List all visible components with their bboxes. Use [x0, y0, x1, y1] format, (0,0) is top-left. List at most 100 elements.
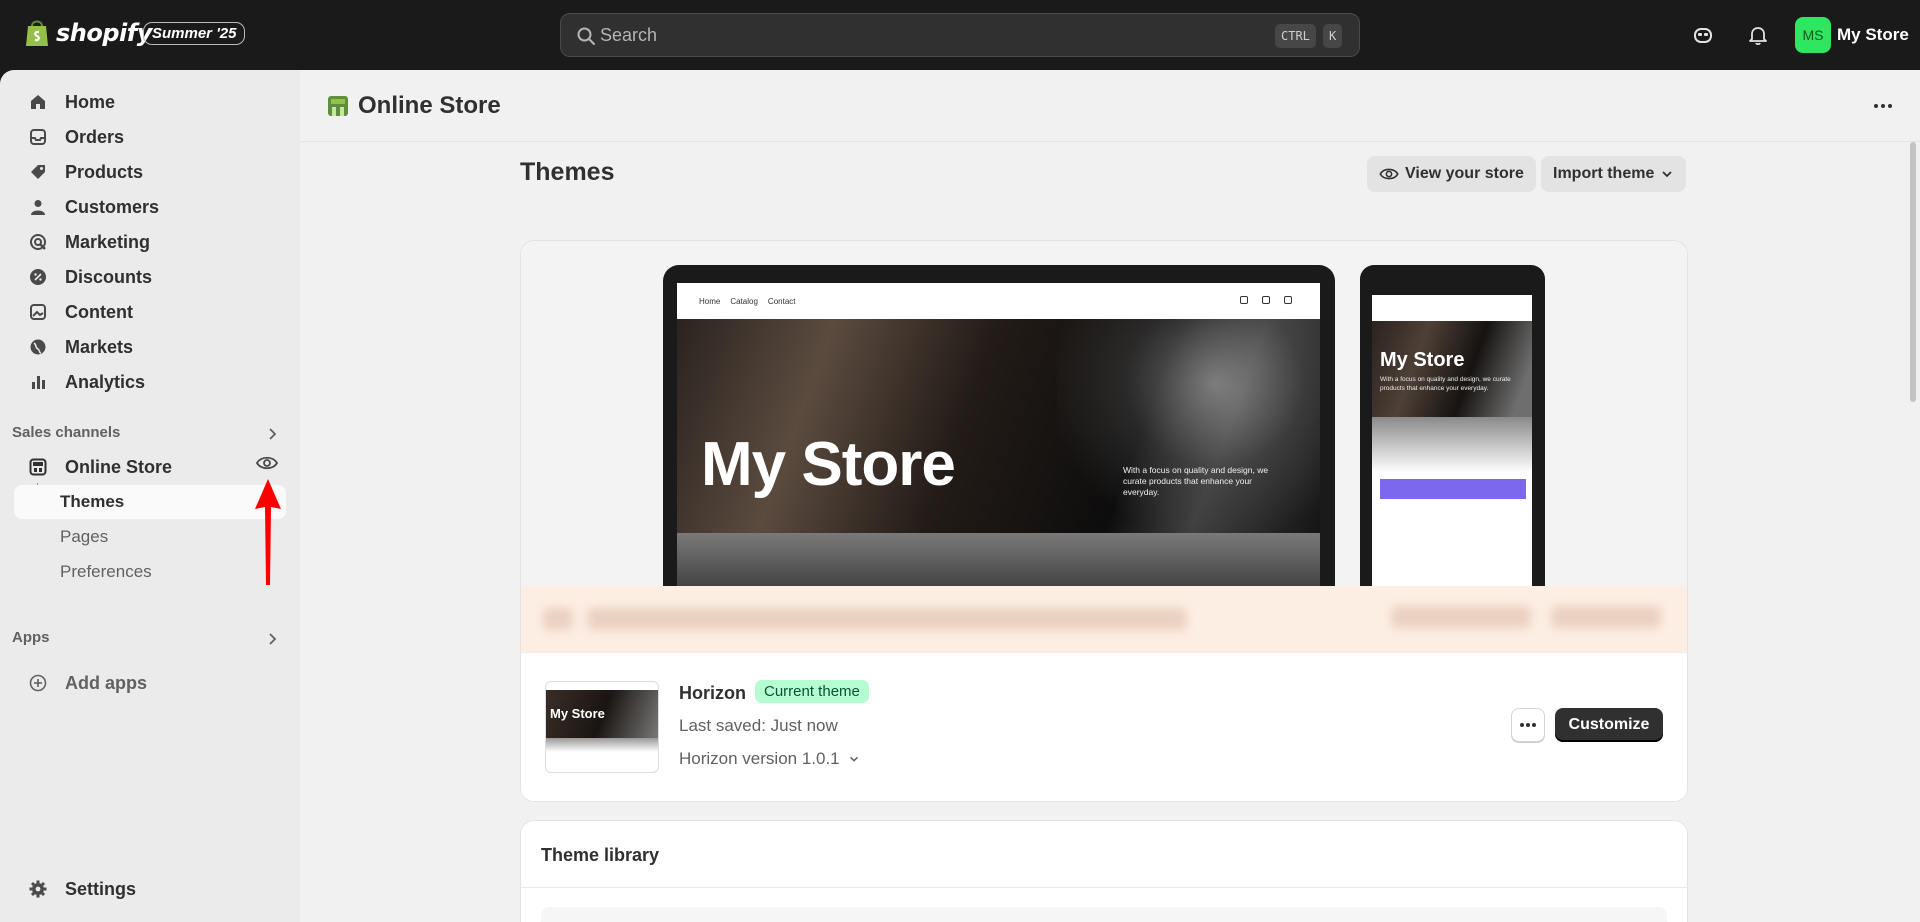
eye-icon	[256, 456, 278, 470]
home-icon	[27, 91, 49, 113]
divider	[521, 887, 1689, 888]
edition-badge[interactable]: Summer '25	[143, 22, 246, 45]
theme-name: Horizon	[679, 683, 746, 703]
sidebar-item-orders[interactable]: Orders	[14, 120, 286, 154]
preview-nav-link: Contact	[767, 296, 796, 306]
page-title: Online Store	[326, 92, 501, 120]
sidebar-item-marketing[interactable]: Marketing	[14, 225, 286, 259]
theme-library-heading: Theme library	[541, 845, 660, 865]
sidebar-item-label: Customers	[65, 196, 160, 217]
blurred-button	[1551, 606, 1661, 628]
avatar: MS	[1795, 17, 1831, 53]
apps-heading: Apps	[12, 629, 50, 646]
sidebar-item-label: Products	[65, 161, 144, 182]
chevron-right-icon[interactable]	[264, 631, 280, 647]
shortcut-k-key: K	[1323, 24, 1343, 48]
sidebar-item-online-store[interactable]: Online Store	[14, 450, 286, 484]
more-actions-icon[interactable]	[1872, 96, 1894, 116]
preview-hero-image: My Store With a focus on quality and des…	[677, 319, 1320, 533]
more-horizontal-icon	[1520, 723, 1536, 727]
mobile-nav	[1372, 295, 1532, 321]
sales-channels-heading: Sales channels	[12, 424, 121, 441]
sidebar-item-settings[interactable]: Settings	[14, 872, 286, 906]
import-theme-label: Import theme	[1553, 165, 1655, 182]
theme-actions-button[interactable]	[1511, 708, 1545, 742]
sidebar-item-home[interactable]: Home	[14, 85, 286, 119]
sidebar-item-label: Analytics	[65, 371, 146, 392]
target-icon	[27, 231, 49, 253]
blurred-button	[1391, 606, 1531, 628]
sidebar-item-discounts[interactable]: Discounts	[14, 260, 286, 294]
store-name: My Store	[1837, 25, 1909, 44]
desktop-preview: Home Catalog Contact My Store With a foc…	[663, 265, 1335, 595]
eye-icon	[1379, 168, 1399, 180]
sidebar-subitem-label: Pages	[60, 527, 109, 546]
sidebar-item-label: Settings	[65, 878, 137, 899]
brand-name: shopify	[56, 19, 152, 47]
sidekick-icon	[1694, 28, 1712, 43]
mobile-cta-bar	[1380, 479, 1526, 499]
gear-icon	[27, 878, 49, 900]
discount-icon	[27, 266, 49, 288]
sidebar-item-label: Online Store	[65, 456, 173, 477]
notifications-button[interactable]	[1743, 20, 1773, 50]
annotation-arrow	[255, 479, 281, 585]
current-theme-card: Home Catalog Contact My Store With a foc…	[520, 240, 1688, 802]
shopify-bag-icon	[26, 20, 48, 46]
top-bar: shopify Summer '25 CTRL K MS My Store	[0, 0, 1920, 70]
chevron-right-icon[interactable]	[264, 426, 280, 442]
bar-chart-icon	[27, 371, 49, 393]
blurred-banner	[521, 586, 1687, 652]
person-icon	[27, 196, 49, 218]
desktop-screen: Home Catalog Contact My Store With a foc…	[677, 283, 1320, 595]
search-input[interactable]	[600, 14, 1200, 56]
import-theme-button[interactable]: Import theme	[1541, 156, 1687, 192]
page-header: Online Store	[300, 70, 1920, 142]
add-apps-label: Add apps	[65, 672, 148, 693]
bell-icon	[1749, 27, 1767, 46]
thumb-fade	[546, 738, 658, 752]
sidebar-item-label: Home	[65, 91, 116, 112]
search-bar[interactable]: CTRL K	[560, 13, 1360, 57]
image-icon	[27, 301, 49, 323]
blurred-icon	[543, 608, 573, 630]
theme-library-card: Theme library	[520, 820, 1689, 922]
cart-icon	[1284, 296, 1292, 304]
sidebar-subitem-label: Themes	[60, 492, 125, 511]
preview-nav-link: Catalog	[730, 296, 758, 306]
sidebar-item-customers[interactable]: Customers	[14, 190, 286, 224]
view-store-button[interactable]: View your store	[1367, 156, 1536, 192]
sidebar-item-label: Orders	[65, 126, 125, 147]
globe-icon	[27, 336, 49, 358]
chevron-down-icon	[849, 756, 858, 762]
theme-details: My Store Horizon Current theme Last save…	[521, 652, 1687, 801]
scrollbar[interactable]	[1910, 142, 1916, 402]
sidebar-subitem-preferences[interactable]: Preferences	[14, 555, 286, 589]
sidebar-item-products[interactable]: Products	[14, 155, 286, 189]
view-store-eye-button[interactable]	[254, 450, 280, 476]
blurred-text	[587, 608, 1187, 630]
sidebar-subitem-pages[interactable]: Pages	[14, 520, 286, 554]
shortcut-ctrl-key: CTRL	[1275, 24, 1316, 48]
account-icon	[1262, 296, 1270, 304]
customize-button[interactable]: Customize	[1555, 708, 1663, 742]
page-title-text: Online Store	[358, 92, 501, 119]
sidebar-item-content[interactable]: Content	[14, 295, 286, 329]
store-menu-button[interactable]: MS My Store	[1795, 17, 1909, 53]
shopify-logo[interactable]: shopify	[24, 18, 152, 48]
last-saved-text: Last saved: Just now	[679, 716, 838, 735]
search-icon	[577, 27, 595, 45]
sidebar-item-markets[interactable]: Markets	[14, 330, 286, 364]
storefront-icon	[328, 96, 348, 116]
sidebar-subitem-themes[interactable]: Themes	[14, 485, 286, 519]
preview-hero-title: My Store	[701, 430, 956, 499]
sidebar-item-analytics[interactable]: Analytics	[14, 365, 286, 399]
add-apps-button[interactable]: Add apps	[14, 666, 286, 700]
mobile-hero-subtitle: With a focus on quality and design, we c…	[1380, 376, 1511, 392]
themes-heading: Themes	[520, 158, 615, 186]
theme-version-dropdown[interactable]: Horizon version 1.0.1	[679, 749, 860, 769]
preview-nav: Home Catalog Contact	[677, 283, 1320, 319]
theme-thumbnail[interactable]: My Store	[545, 681, 659, 773]
sidebar-item-label: Content	[65, 301, 133, 322]
sidekick-button[interactable]	[1688, 20, 1718, 50]
